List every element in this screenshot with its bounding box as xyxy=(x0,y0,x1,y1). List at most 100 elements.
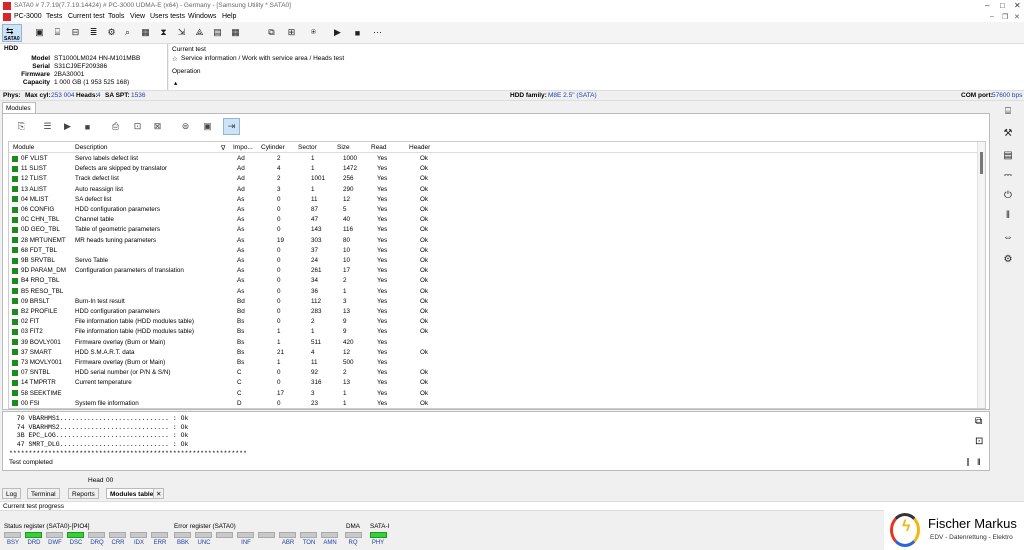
table-row[interactable]: 58 SEEKTIME C 17 3 1 Yes Ok xyxy=(9,389,985,399)
menu-help[interactable]: Help xyxy=(222,13,236,20)
heads-map-icon[interactable]: ⊟ xyxy=(68,25,83,40)
maximize-icon[interactable]: □ xyxy=(1000,1,1005,10)
table-scroll-thumb[interactable] xyxy=(980,152,983,174)
memory-module-icon[interactable]: ▤ xyxy=(1000,147,1016,163)
table-row[interactable]: B4 RRO_TBL As 0 34 2 Yes Ok xyxy=(9,276,985,286)
col-size[interactable]: Size xyxy=(337,144,350,151)
table-row[interactable]: 00 FSI System file information D 0 23 1 Yes Ok xyxy=(9,399,985,408)
chip-read-icon[interactable]: ⌸ xyxy=(1000,103,1016,119)
table-row[interactable]: 06 CONFIG HDD configuration parameters As 0… xyxy=(9,205,985,215)
table-row[interactable]: B5 RESO_TBL As 0 36 1 Yes Ok xyxy=(9,287,985,297)
col-cylinder[interactable]: Cylinder xyxy=(261,144,285,151)
write-module-icon[interactable]: ⊠ xyxy=(149,118,166,135)
table-row[interactable]: 0C CHN_TBL Channel table As 0 47 40 Yes Ok xyxy=(9,215,985,225)
import-icon[interactable]: ⇥ xyxy=(223,118,240,135)
list-icon[interactable]: ☰ xyxy=(39,118,56,135)
operation-dropdown-icon[interactable]: ▴ xyxy=(174,79,177,87)
table-row[interactable]: B2 PROFILE HDD configuration parameters Bd… xyxy=(9,307,985,317)
table-row[interactable]: 73 MOVLY001 Firmware overlay (Burn or Mai… xyxy=(9,358,985,368)
table-row[interactable]: 37 SMART HDD S.M.A.R.T. data Bs 21 4 12 Yes Ok xyxy=(9,348,985,358)
table-row[interactable]: 9B SRVTBL Servo Table As 0 24 10 Yes Ok xyxy=(9,256,985,266)
child-close-icon[interactable]: ✕ xyxy=(1014,13,1020,21)
table-row[interactable]: 03 FIT2 File information table (HDD modul… xyxy=(9,327,985,337)
menu-current-test[interactable]: Current test xyxy=(68,13,105,20)
more-icon[interactable]: ⋯ xyxy=(370,25,385,40)
sata-port-button[interactable]: ⇆ SATA0 xyxy=(2,24,22,42)
tab-log[interactable]: Log xyxy=(2,488,21,499)
menu-tests[interactable]: Tests xyxy=(46,13,62,20)
table-scrollbar[interactable] xyxy=(977,142,985,408)
col-header[interactable]: Header xyxy=(409,144,430,151)
col-importance[interactable]: Impo... xyxy=(233,144,253,151)
print-icon[interactable]: ⎙ xyxy=(107,118,124,135)
sort-icon[interactable]: ∇ xyxy=(221,144,225,152)
tab-modules[interactable]: Modules xyxy=(2,102,36,113)
image-icon[interactable]: ⊞ xyxy=(284,25,299,40)
log-copy-icon[interactable]: ⧉ xyxy=(975,416,982,427)
user-icon[interactable]: ⍟ xyxy=(306,25,321,40)
hourglass-icon[interactable]: ⧗ xyxy=(156,25,171,40)
table-row[interactable]: 39 BOVLY001 Firmware overlay (Burn or Mai… xyxy=(9,338,985,348)
log-scroll-thumb[interactable] xyxy=(967,458,969,466)
database-icon[interactable]: ⊜ xyxy=(177,118,194,135)
menu-view[interactable]: View xyxy=(130,13,145,20)
minimize-icon[interactable]: – xyxy=(985,1,989,10)
stop-icon[interactable]: ■ xyxy=(350,25,365,40)
open-icon[interactable]: ⎘ xyxy=(13,118,30,135)
smart-icon[interactable]: ≣ xyxy=(86,25,101,40)
tab-modules-table[interactable]: Modules table xyxy=(106,488,158,499)
log-pause-icon[interactable]: ‖ xyxy=(977,457,981,467)
menu-windows[interactable]: Windows xyxy=(188,13,216,20)
table-row[interactable]: 12 TLIST Track defect list Ad 2 1001 256 Yes Ok xyxy=(9,174,985,184)
memory-icon[interactable]: ▤ xyxy=(210,25,225,40)
table-row[interactable]: 13 ALIST Auto reassign list Ad 3 1 290 Yes Ok xyxy=(9,185,985,195)
chip-icon[interactable]: ▦ xyxy=(138,25,153,40)
hdd-icon[interactable]: ⌸ xyxy=(50,25,65,40)
halt-icon[interactable]: ■ xyxy=(79,118,96,135)
service-area-icon[interactable]: ⚙ xyxy=(104,25,119,40)
child-minimize-icon[interactable]: – xyxy=(990,13,994,20)
tab-reports[interactable]: Reports xyxy=(68,488,99,499)
table-row[interactable]: 11 SLIST Defects are skipped by translato… xyxy=(9,164,985,174)
col-description[interactable]: Description xyxy=(75,144,108,151)
tools-icon[interactable]: ⚙ xyxy=(1000,251,1016,267)
tab-terminal[interactable]: Terminal xyxy=(27,488,60,499)
col-sector[interactable]: Sector xyxy=(298,144,317,151)
table-row[interactable]: 28 MRTUNEMT MR heads tuning parameters As 1… xyxy=(9,236,985,246)
flash-icon[interactable]: ⟁ xyxy=(192,25,207,40)
table-row[interactable]: 0F VLIST Servo labels defect list Ad 2 1 1000… xyxy=(9,154,985,164)
play-icon[interactable]: ▶ xyxy=(330,25,345,40)
copy-icon[interactable]: ⧉ xyxy=(264,25,279,40)
menu-pc3000[interactable]: PC-3000 xyxy=(14,13,42,20)
read-module-icon[interactable]: ⊡ xyxy=(129,118,146,135)
export-icon[interactable]: ⇲ xyxy=(174,25,189,40)
table-row[interactable]: 02 FIT File information table (HDD module… xyxy=(9,317,985,327)
child-restore-icon[interactable]: ❐ xyxy=(1002,13,1008,21)
log-save-icon[interactable]: ⊡ xyxy=(975,436,983,447)
pause-icon[interactable]: ‖ xyxy=(1000,207,1016,223)
table-row[interactable]: 68 FDT_TBL As 0 37 10 Yes Ok xyxy=(9,246,985,256)
table-row[interactable]: 0D GEO_TBL Table of geometric parameters A… xyxy=(9,225,985,235)
search-icon[interactable]: ⌕ xyxy=(120,25,135,40)
grid-icon[interactable]: ▦ xyxy=(228,25,243,40)
table-row[interactable]: 09 BRSLT Burn-In test result Bd 0 112 3 Yes Ok xyxy=(9,297,985,307)
tab-close-icon[interactable]: ✕ xyxy=(153,488,165,499)
drive-info-icon[interactable]: ▣ xyxy=(32,25,47,40)
save-icon[interactable]: ▣ xyxy=(199,118,216,135)
run-icon[interactable]: ▶ xyxy=(59,118,76,135)
wrench-icon[interactable]: ⚒ xyxy=(1000,125,1016,141)
cell-sector: 24 xyxy=(311,257,319,264)
table-row[interactable]: 07 SNTBL HDD serial number (or P/N & S/N)… xyxy=(9,368,985,378)
table-row[interactable]: 04 MLIST SA defect list As 0 11 12 Yes Ok xyxy=(9,195,985,205)
expand-icon[interactable]: ⇔ xyxy=(1000,229,1016,245)
menu-user-tests[interactable]: Users tests xyxy=(150,13,185,20)
table-row[interactable]: 9D PARAM_DM Configuration parameters of t… xyxy=(9,266,985,276)
reset-icon[interactable]: ⎓ xyxy=(1000,167,1016,183)
log-scrollbar[interactable] xyxy=(965,414,971,468)
table-row[interactable]: 14 TMPRTR Current temperature C 0 316 13 Yes Ok xyxy=(9,378,985,388)
col-read[interactable]: Read xyxy=(371,144,387,151)
col-module[interactable]: Module xyxy=(13,144,34,151)
menu-tools[interactable]: Tools xyxy=(108,13,124,20)
power-icon[interactable]: ⏻ xyxy=(1000,187,1016,203)
close-icon[interactable]: ✕ xyxy=(1014,1,1021,10)
